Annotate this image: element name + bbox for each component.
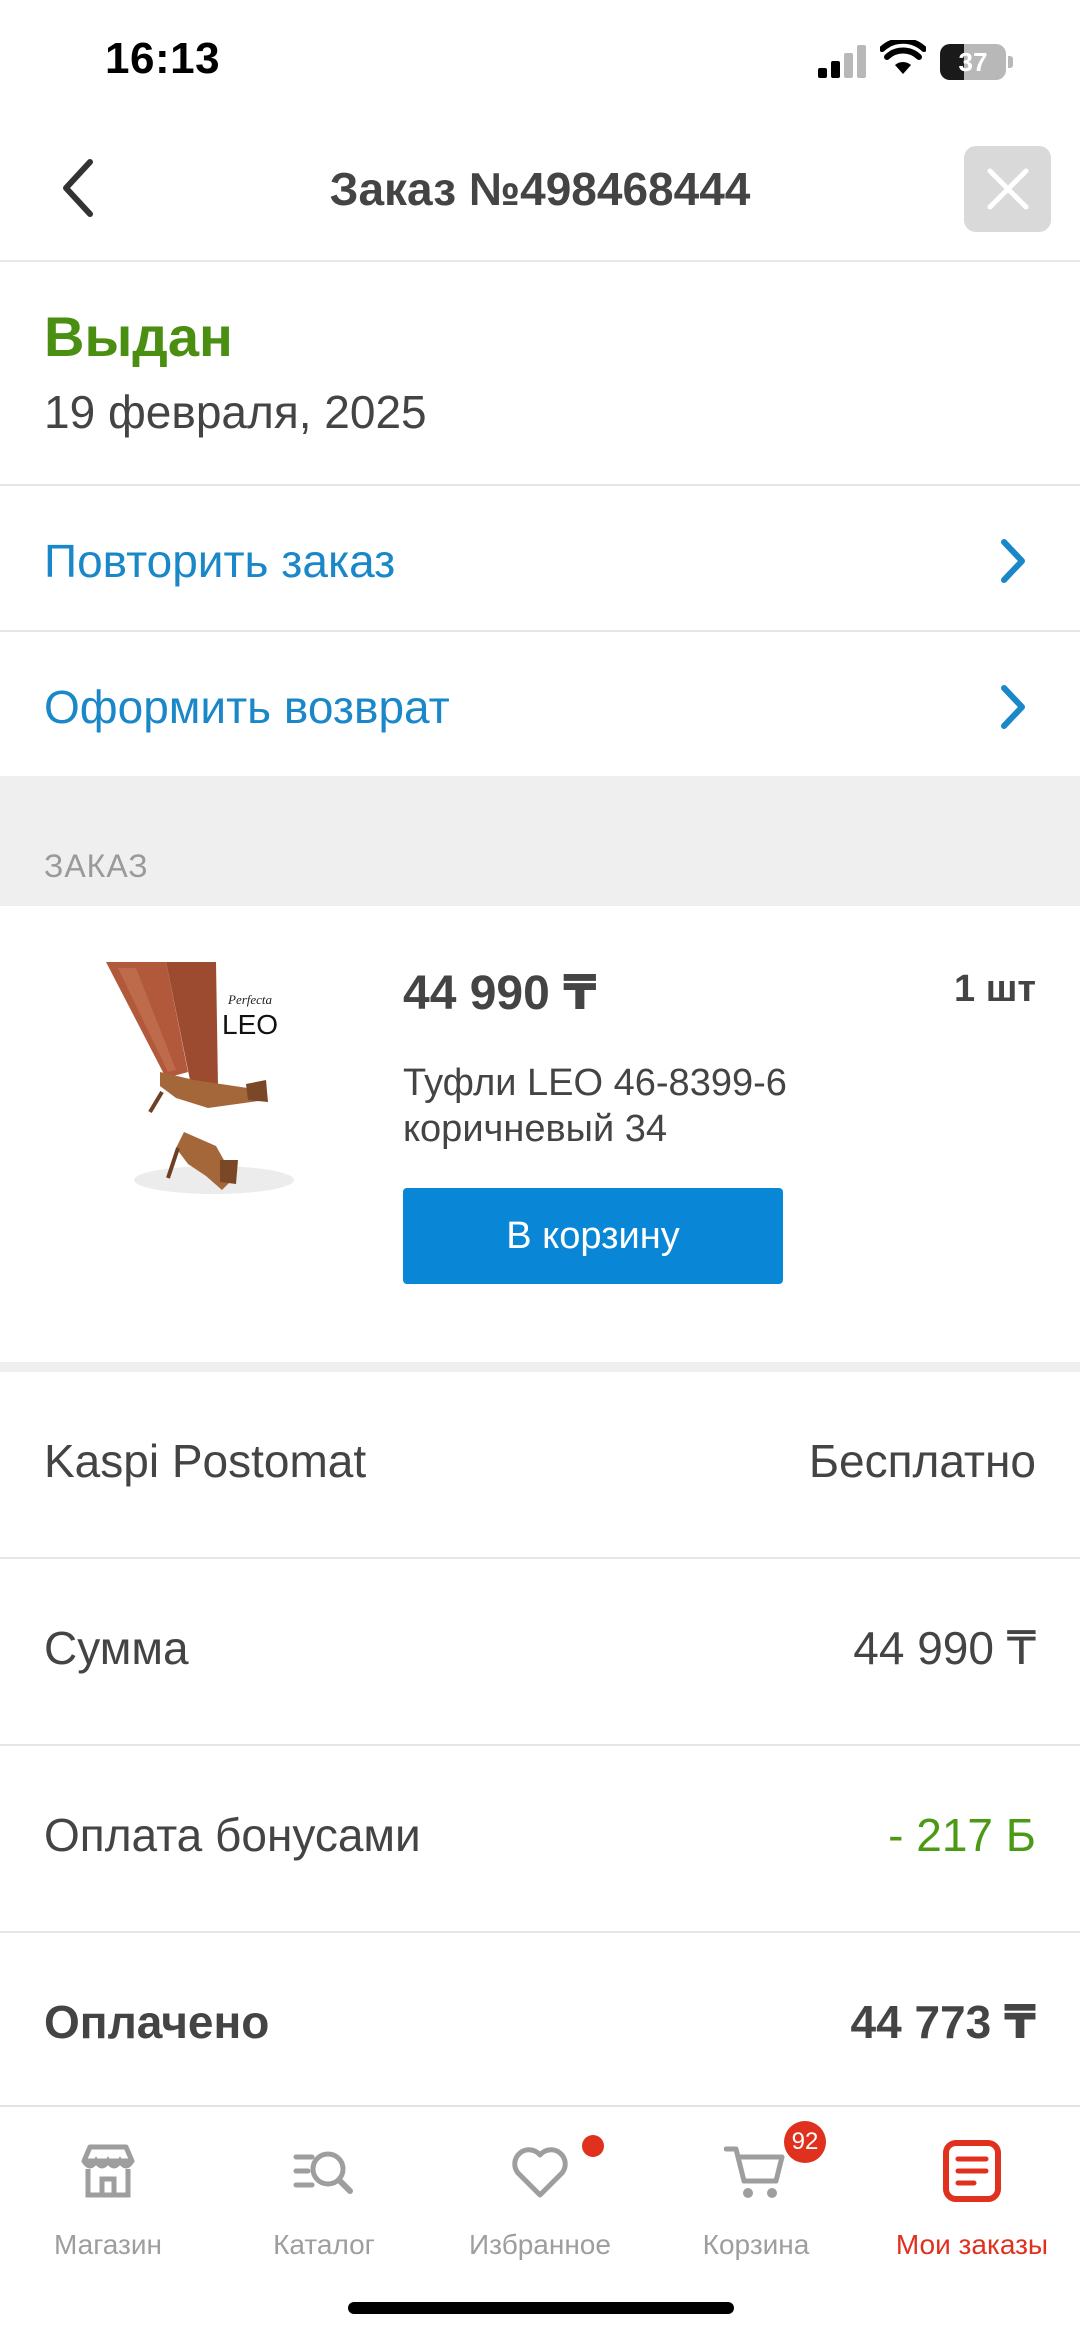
paid-row: Оплачено 44 773 ₸ <box>0 1933 1080 2119</box>
store-icon <box>81 2144 135 2198</box>
sum-label: Сумма <box>44 1622 189 1674</box>
battery-level: 37 <box>958 47 988 77</box>
heart-icon <box>512 2147 568 2198</box>
product-image-brand: LEO <box>222 1009 278 1040</box>
nav-label-catalog: Каталог <box>273 2229 375 2260</box>
nav-item-cart[interactable]: 92 Корзина <box>648 2121 864 2277</box>
page-header: Заказ №498468444 <box>0 120 1080 262</box>
page-title: Заказ №498468444 <box>329 163 751 215</box>
home-indicator <box>348 2302 734 2314</box>
product-name[interactable]: Туфли LEO 46-8399-6 коричневый 34 <box>403 1060 843 1152</box>
nav-label-cart: Корзина <box>702 2229 810 2260</box>
order-date: 19 февраля, 2025 <box>44 386 427 438</box>
sum-value: 44 990 ₸ <box>853 1622 1036 1674</box>
delivery-value: Бесплатно <box>808 1435 1036 1487</box>
add-to-cart-button[interactable]: В корзину <box>403 1188 783 1284</box>
delivery-row: Kaspi Postomat Бесплатно <box>0 1372 1080 1558</box>
nav-item-store[interactable]: Магазин <box>0 2127 216 2277</box>
nav-label-store: Магазин <box>53 2229 162 2260</box>
nav-label-favorites: Избранное <box>469 2229 611 2260</box>
cart-icon <box>724 2146 785 2198</box>
return-order-label: Оформить возврат <box>44 681 450 733</box>
repeat-order-row[interactable]: Повторить заказ <box>0 486 1080 632</box>
nav-item-my-orders[interactable]: Мои заказы <box>864 2127 1080 2277</box>
cellular-signal-icon <box>818 45 866 78</box>
divider <box>0 1362 1080 1372</box>
product-image-brand-small: Perfecta <box>227 992 273 1007</box>
paid-value: 44 773 ₸ <box>850 1996 1036 2048</box>
section-header: ЗАКАЗ <box>0 776 1080 906</box>
battery-icon: 37 <box>940 44 1014 80</box>
wifi-icon <box>880 40 926 74</box>
orders-icon <box>943 2140 1001 2202</box>
cart-count-badge: 92 <box>784 2121 826 2163</box>
nav-item-catalog[interactable]: Каталог <box>216 2127 432 2277</box>
return-order-row[interactable]: Оформить возврат <box>0 632 1080 778</box>
repeat-order-label: Повторить заказ <box>44 535 396 587</box>
bonus-row: Оплата бонусами - 217 Б <box>0 1746 1080 1932</box>
status-time: 16:13 <box>105 34 221 83</box>
favorites-notification-dot <box>582 2135 604 2157</box>
chevron-right-icon <box>1001 539 1025 583</box>
bonus-value: - 217 Б <box>888 1809 1036 1861</box>
product-image[interactable]: Perfecta LEO <box>96 962 306 1212</box>
catalog-search-icon <box>293 2151 353 2194</box>
section-label: ЗАКАЗ <box>44 848 149 884</box>
close-icon <box>987 168 1028 210</box>
product-quantity: 1 шт <box>954 968 1036 1010</box>
order-status: Выдан <box>44 305 233 368</box>
product-price: 44 990 ₸ <box>403 967 597 1020</box>
bonus-label: Оплата бонусами <box>44 1809 421 1861</box>
status-bar: 16:13 37 <box>0 0 1080 120</box>
chevron-right-icon <box>1001 685 1025 729</box>
delivery-label: Kaspi Postomat <box>44 1435 367 1487</box>
nav-item-favorites[interactable]: Избранное <box>432 2127 648 2277</box>
nav-label-my-orders: Мои заказы <box>895 2229 1049 2260</box>
paid-label: Оплачено <box>44 1996 270 2048</box>
sum-row: Сумма 44 990 ₸ <box>0 1559 1080 1745</box>
close-button[interactable] <box>964 146 1051 232</box>
